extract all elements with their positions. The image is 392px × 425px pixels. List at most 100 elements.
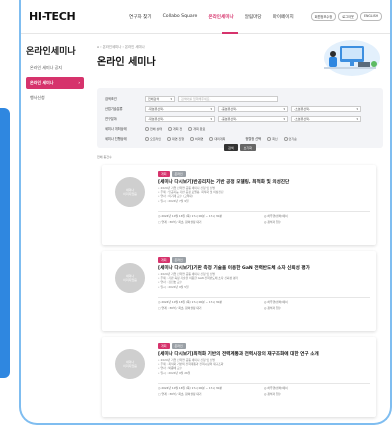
search-button[interactable]: 검색 — [224, 144, 238, 151]
info-registration: ◎ 참석자 접수 — [264, 392, 282, 396]
seminar-info: ◷ 2024년 10월 16일 (목) 17시 00분 ~ 17시 30분 ◎ … — [158, 300, 370, 310]
site-header: HI-TECH 연구자 찾기 Collabo Square 온라인세미나 알림마… — [21, 0, 390, 34]
sidebar-item-notice[interactable]: 온라인 세미나 공지 — [30, 65, 84, 71]
thumbnail-text: 세미나 이미지없음 — [123, 188, 137, 196]
search-placeholder: 검색어를 입력해주세요. — [181, 96, 211, 101]
status-all-checkbox[interactable]: 전체 상태 — [145, 126, 162, 131]
left-accent-strip — [0, 108, 10, 378]
util-english[interactable]: ENGLISH — [359, 12, 382, 21]
seminar-card[interactable]: 세미나 이미지없음 개최 온라인 [세미나 다시보기]기판 측정 기술을 이용한… — [102, 251, 376, 331]
card-divider — [158, 383, 370, 384]
checkbox-icon — [209, 136, 214, 141]
laptop-icon — [358, 62, 370, 67]
checkbox-icon — [145, 126, 149, 131]
thumbnail-text: 세미나 이미지없음 — [123, 360, 137, 368]
filter-label: 세미나 진행상태 — [105, 137, 127, 141]
checkbox-label: 대리개최 — [214, 136, 226, 141]
sort-label: 정렬정 선택 — [245, 137, 262, 141]
select-value: 전체검색 — [148, 96, 160, 101]
checkbox-icon — [190, 136, 195, 141]
meta-line: • 일시 : 2024년 7월 9일 — [158, 198, 189, 203]
seminar-card[interactable]: 세미나 이미지없음 개최 온라인 [세미나 다시보기]최적화 기반의 전력계통과… — [102, 337, 376, 417]
person-head — [330, 51, 336, 57]
hero-illustration — [324, 40, 380, 76]
industry-minor-select[interactable]: -소분류선택- ▾ — [291, 105, 361, 112]
person-body — [329, 57, 337, 67]
sidebar-item-apply[interactable]: 행사신청 — [30, 95, 84, 101]
filter-label: 연구분야 — [105, 117, 117, 121]
industry-major-select[interactable]: -대분류선택- ▾ — [145, 105, 215, 112]
seminar-meta: • 2024년 기업 산학연 공동 세미나 신청 및 선발 • 주제 : 기판 … — [158, 272, 370, 289]
result-count: 전체 총건수 — [97, 155, 112, 159]
chevron-down-icon: ▾ — [283, 116, 285, 121]
seminar-meta: • 2024년 기업 산학연 공동 세미나 신청 및 선발 • 주제 : 최적화… — [158, 358, 370, 375]
field-major-select[interactable]: -대분류선택- ▾ — [145, 115, 215, 122]
nav-collabo[interactable]: Collabo Square — [163, 14, 198, 20]
util-profile[interactable]: 회원정보수정 — [310, 12, 337, 21]
status-badge: 개최 — [158, 171, 170, 177]
info-datetime: ◷ 2024년 10월 16일 (목) 17시 00분 ~ 17시 30분 — [158, 386, 223, 390]
seminar-card[interactable]: 세미나 이미지없음 개최 온라인 [세미나 다시보기]반공리치는 기반 공정 모… — [102, 165, 376, 245]
select-value: -소분류선택- — [294, 106, 310, 111]
sort-popular-checkbox[interactable]: 인기순 — [283, 136, 297, 141]
sort-latest-checkbox[interactable]: 최신 — [267, 136, 278, 141]
industry-middle-select[interactable]: -중분류선택- ▾ — [218, 105, 288, 112]
sidebar-item-seminar[interactable]: 온라인 세미나 › — [26, 77, 84, 89]
status-before-checkbox[interactable]: 개최 전 — [168, 126, 182, 131]
nav-seminar[interactable]: 온라인세미나 — [208, 14, 233, 20]
seminar-thumbnail: 세미나 이미지없음 — [115, 349, 145, 379]
seminar-info: ◷ 2024년 10월 16일 (목) 17시 00분 ~ 17시 30분 ◎ … — [158, 214, 370, 224]
plant-icon — [371, 61, 377, 67]
chevron-down-icon: ▾ — [356, 116, 358, 121]
info-datetime: ◷ 2024년 10월 16일 (목) 17시 00분 ~ 17시 30분 — [158, 214, 223, 218]
chevron-right-icon: › — [78, 80, 80, 85]
search-input[interactable]: 검색어를 입력해주세요. — [178, 95, 278, 102]
progress-offline-checkbox[interactable]: 오프라인 — [145, 136, 161, 141]
info-host: ◎ 하루행(센터)에서 — [264, 214, 288, 218]
chevron-down-icon: ▾ — [283, 106, 285, 111]
filter-row-status: 세미나 개최상태 전체 상태 개최 전 개최 완료 — [105, 124, 375, 133]
util-links: 회원정보수정 로그아웃 ENGLISH — [310, 12, 382, 21]
main-content: ⌂ › 온라인세미나 › 온라인 세미나 온라인 세미나 검색조건 전체검색▾ — [89, 34, 390, 417]
site-logo[interactable]: HI-TECH — [29, 10, 99, 23]
card-badges: 개최 온라인 — [158, 171, 186, 177]
filter-row-industry: 산업기술분류 -대분류선택- ▾ -중분류선택- ▾ -소분류선택- ▾ — [105, 104, 375, 113]
checkbox-label: 최신 — [272, 136, 278, 141]
meta-line: • 일시 : 2024년 9월 26일 — [158, 370, 191, 375]
util-logout[interactable]: 로그아웃 — [338, 12, 358, 21]
progress-proxy-checkbox[interactable]: 대리개최 — [209, 136, 226, 141]
thumbnail-text: 세미나 이미지없음 — [123, 274, 137, 282]
checkbox-label: 전체 상태 — [150, 126, 162, 131]
seminar-title[interactable]: [세미나 다시보기]최적화 기반의 전력계통과 전력시장의 재구조화에 대한 연… — [158, 351, 370, 357]
reset-button[interactable]: 초기화 — [239, 144, 256, 151]
nav-researcher[interactable]: 연구자 찾기 — [129, 14, 152, 20]
filter-label: 산업기술분류 — [105, 107, 123, 111]
nav-notice[interactable]: 알림마당 — [245, 14, 262, 20]
sidebar: 온라인세미나 온라인 세미나 공지 온라인 세미나 › 행사신청 — [21, 34, 89, 417]
checkbox-label: 개최 완료 — [193, 126, 206, 131]
seminar-meta: • 2024년 기업 산학연 공동 세미나 신청 및 선발 • 주제 : 인공지… — [158, 186, 370, 203]
status-done-checkbox[interactable]: 개최 완료 — [188, 126, 206, 131]
select-value: -소분류선택- — [294, 116, 310, 121]
filter-row-field: 연구분야 -대분류선택- ▾ -중분류선택- ▾ -소분류선택- ▾ — [105, 114, 375, 123]
field-middle-select[interactable]: -중분류선택- ▾ — [218, 115, 288, 122]
checkbox-icon — [167, 136, 172, 141]
info-seats: ▢ 연계 : 30석 / 최초, 참여설정 대기 — [158, 392, 202, 396]
nav-mypage[interactable]: 마이페이지 — [273, 14, 294, 20]
search-type-select[interactable]: 전체검색 ▾ — [145, 95, 175, 102]
checkbox-icon — [283, 136, 288, 141]
field-minor-select[interactable]: -소분류선택- ▾ — [291, 115, 361, 122]
chevron-down-icon: ▾ — [210, 116, 212, 121]
progress-online-checkbox[interactable]: 비대면 — [190, 136, 203, 141]
seminar-thumbnail: 세미나 이미지없음 — [115, 177, 145, 207]
content: 온라인세미나 온라인 세미나 공지 온라인 세미나 › 행사신청 ⌂ › 온라인… — [21, 34, 390, 417]
info-seats: ▢ 연계 : 30석 / 최초, 참여설정 대기 — [158, 306, 202, 310]
filter-buttons: 검색 초기화 — [105, 144, 375, 151]
status-badge: 개최 — [158, 343, 170, 349]
sidebar-item-label: 온라인 세미나 — [30, 80, 54, 85]
progress-face-checkbox[interactable]: 대면 진행 — [167, 136, 184, 141]
meta-line: • 일시 : 2024년 9월 5일 — [158, 284, 189, 289]
seminar-info: ◷ 2024년 10월 16일 (목) 17시 00분 ~ 17시 30분 ◎ … — [158, 386, 370, 396]
seminar-title[interactable]: [세미나 다시보기]반공리치는 기반 공정 모델링, 최적화 및 의성진단 — [158, 179, 370, 185]
seminar-title[interactable]: [세미나 다시보기]기판 측정 기술을 이용한 GaN 전력반도체 소자 신뢰성… — [158, 265, 370, 271]
